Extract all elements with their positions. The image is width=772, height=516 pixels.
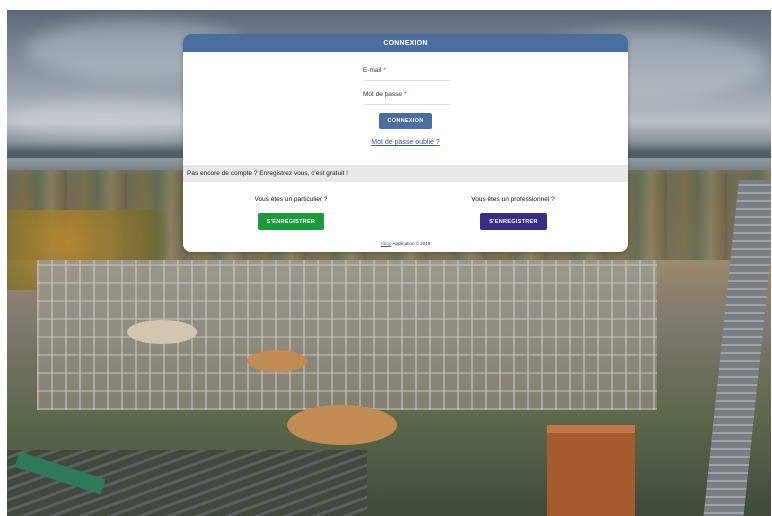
login-header: CONNEXION [183,34,628,52]
register-banner: Pas encore de compte ? Enregistrez vous,… [183,165,628,182]
individual-question: Vous êtes un particulier ? [254,196,328,203]
required-marker: * [383,67,386,74]
email-input-line[interactable] [363,80,451,81]
required-marker: * [403,91,407,98]
footer-text: Application © 2019 [392,241,431,246]
footer-brand-link[interactable]: Strop [381,241,392,246]
login-panel: CONNEXION E-mail * Mot de passe * CONNEX… [183,34,628,252]
register-individual-button[interactable]: S'ENREGISTRER [258,213,324,230]
login-button[interactable]: CONNEXION [379,113,432,129]
footer: Strop Application © 2019 [183,241,628,246]
register-professional-button[interactable]: S'ENREGISTRER [480,213,547,230]
password-label: Mot de passe * [363,91,407,98]
professional-question: Vous êtes un professionnel ? [471,196,555,203]
email-field[interactable]: E-mail * [363,67,451,81]
password-field[interactable]: Mot de passe * [363,91,451,105]
password-input-line[interactable] [363,104,451,105]
email-label: E-mail * [363,67,386,74]
forgot-password-link[interactable]: Mot de passe oublié ? [183,139,628,146]
